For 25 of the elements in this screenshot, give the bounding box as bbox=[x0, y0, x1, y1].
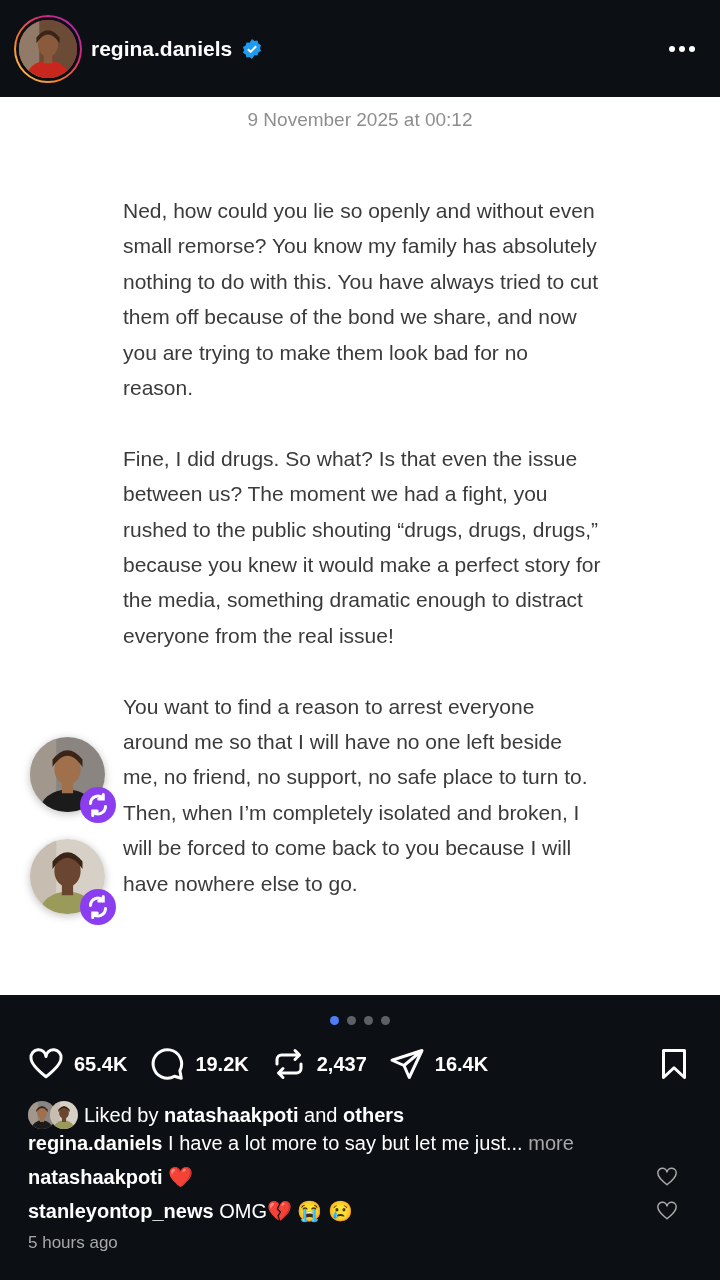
send-icon[interactable] bbox=[388, 1046, 425, 1082]
action-count: 19.2K bbox=[195, 1052, 249, 1076]
action-count: 2,437 bbox=[316, 1052, 367, 1076]
repost-badge-icon bbox=[80, 889, 116, 925]
post-paragraph: Ned, how could you lie so openly and without even small remorse? You know my family has absolutely nothing to do with this. You have always tried to cut them off because of the bond we share, and now you are trying to make them look bad for no reason. bbox=[123, 198, 600, 402]
heart-icon[interactable] bbox=[656, 1200, 678, 1222]
caption-text: regina.daniels I have a lot more to say but let me just... more bbox=[28, 1132, 575, 1155]
post-time: 5 hours ago bbox=[28, 1233, 119, 1253]
comment-text: natashaakpoti ❤ bbox=[28, 1165, 194, 1189]
carousel-dot[interactable] bbox=[364, 1016, 373, 1025]
carousel-dot[interactable] bbox=[381, 1016, 390, 1025]
carousel-dot[interactable] bbox=[330, 1016, 339, 1025]
heart-icon[interactable] bbox=[656, 1166, 678, 1188]
action-count: 16.4K bbox=[434, 1052, 489, 1076]
action-count: 65.4K bbox=[74, 1052, 128, 1076]
carousel-dot[interactable] bbox=[347, 1016, 356, 1025]
comment-icon[interactable] bbox=[149, 1046, 186, 1082]
post-date: 9 November 2025 at 00:12 bbox=[246, 109, 474, 131]
post-paragraph: Fine, I did drugs. So what? Is that even the issue between us? The moment we had a fight, you rushed to the public shouting “drugs, drugs, drugs,” because you knew it would make a perfect story for the media, something dramatic enough to distract everyone from the real issue! bbox=[123, 445, 601, 649]
repost-badge-icon bbox=[80, 787, 116, 823]
post-paragraph: You want to find a reason to arrest everyone around me so that I will have no one left beside me, no friend, no support, no safe place to turn to. Then, when I’m completely isolated and broken, I will be forced to come back to you because I will have nowhere else to go. bbox=[123, 693, 589, 897]
liked-by-text: Liked by natashaakpoti and others bbox=[84, 1103, 405, 1127]
more-options-icon[interactable] bbox=[668, 44, 696, 53]
comment-text: stanleyontop_news OMG💔 😭 😢 bbox=[28, 1199, 354, 1223]
username[interactable]: regina.daniels bbox=[91, 36, 233, 61]
